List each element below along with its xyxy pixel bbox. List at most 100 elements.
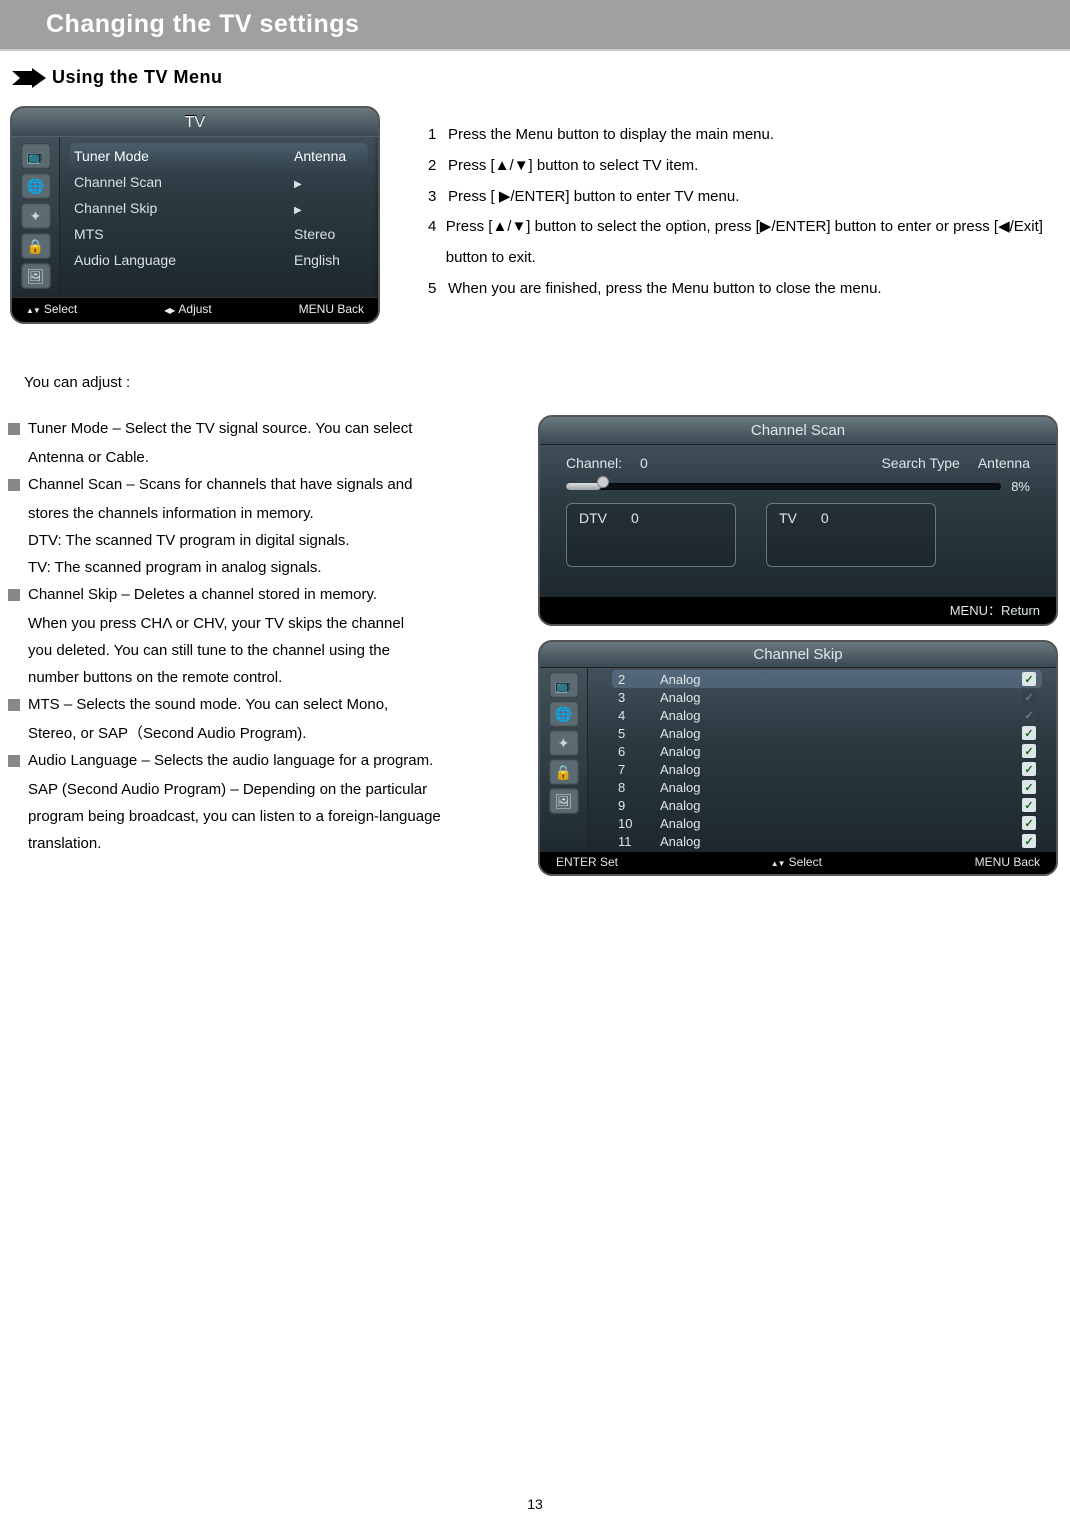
tv-menu-item-value: English [284, 252, 368, 268]
tv-menu-item-label: Audio Language [74, 252, 176, 268]
skip-checkbox[interactable]: ✓ [1022, 762, 1036, 776]
tv-menu-item[interactable]: MTSStereo [74, 221, 368, 247]
skip-footer-back: MENU Back [975, 855, 1040, 869]
skip-channel-row[interactable]: 5Analog✓ [618, 724, 1036, 742]
tv-menu-item[interactable]: Tuner ModeAntenna [70, 143, 368, 169]
skip-channel-type: Analog [660, 726, 1022, 741]
skip-channel-number: 11 [618, 834, 660, 849]
scan-searchtype-label: Search Type [881, 455, 959, 471]
instruction-number: 4 [428, 212, 446, 274]
picture-icon: 🖼 [549, 788, 579, 814]
tv-menu-item-value: Antenna [284, 148, 368, 164]
tv-menu-item[interactable]: Audio Language English [74, 247, 368, 273]
scan-searchtype-value: Antenna [978, 455, 1030, 471]
skip-channel-number: 6 [618, 744, 660, 759]
description-head: MTS – Selects the sound mode. You can se… [28, 691, 520, 718]
skip-checkbox[interactable]: ✓ [1022, 672, 1036, 686]
skip-channel-row[interactable]: 7Analog✓ [618, 760, 1036, 778]
page-header: Changing the TV settings [0, 0, 1070, 51]
description-item: Channel Skip – Deletes a channel stored … [8, 581, 520, 608]
description-text: Tuner Mode – Select the TV signal source… [28, 415, 520, 442]
description-text: MTS – Selects the sound mode. You can se… [28, 691, 520, 718]
skip-channel-row[interactable]: 2Analog✓ [612, 670, 1042, 688]
tv-menu-icon-column: 📺 🌐 ✦ 🔒 🖼 [12, 137, 60, 297]
skip-channel-type: Analog [660, 834, 1022, 849]
tv-menu-item-value [284, 200, 368, 216]
skip-channel-type: Analog [660, 762, 1022, 777]
skip-checkbox[interactable]: ✓ [1022, 780, 1036, 794]
scan-tv-box: TV 0 [766, 503, 936, 567]
skip-checkbox[interactable]: ✓ [1022, 690, 1036, 704]
adjust-intro: You can adjust : [24, 374, 1070, 391]
skip-footer: ENTER Set Select MENU Back [540, 852, 1056, 874]
channel-scan-title: Channel Scan [540, 417, 1056, 445]
scan-tv-label: TV [779, 510, 797, 526]
description-line: DTV: The scanned TV program in digital s… [28, 527, 520, 554]
skip-checkbox[interactable]: ✓ [1022, 816, 1036, 830]
skip-checkbox[interactable]: ✓ [1022, 744, 1036, 758]
skip-checkbox[interactable]: ✓ [1022, 708, 1036, 722]
scan-progress: 8% [566, 479, 1030, 493]
skip-channel-type: Analog [660, 780, 1022, 795]
lock-icon: 🔒 [21, 233, 51, 259]
skip-channel-row[interactable]: 8Analog✓ [618, 778, 1036, 796]
updown-icon [771, 855, 785, 869]
channel-skip-osd: Channel Skip 📺 🌐 ✦ 🔒 🖼 2Analog✓3Analog✓4… [538, 640, 1058, 876]
scan-channel-value: 0 [640, 455, 648, 471]
skip-channel-row[interactable]: 6Analog✓ [618, 742, 1036, 760]
skip-channel-row[interactable]: 11Analog✓ [618, 832, 1036, 850]
pointer-arrow-icon [12, 68, 46, 88]
scan-dtv-value: 0 [631, 510, 639, 526]
bullet-square-icon [8, 589, 20, 601]
page-number: 13 [527, 1496, 543, 1512]
channel-scan-osd: Channel Scan Channel: 0 Search Type Ante… [538, 415, 1058, 626]
footer-adjust: Adjust [178, 302, 211, 316]
instruction-text: Press [ ▶/ENTER] button to enter TV menu… [448, 182, 739, 213]
instruction-step: 4Press [▲/▼] button to select the option… [428, 212, 1060, 274]
description-line: Antenna or Cable. [28, 444, 520, 471]
skip-checkbox[interactable]: ✓ [1022, 834, 1036, 848]
description-line: When you press CHΛ or CHV, your TV skips… [28, 610, 520, 637]
skip-channel-row[interactable]: 9Analog✓ [618, 796, 1036, 814]
skip-channel-row[interactable]: 4Analog✓ [618, 706, 1036, 724]
skip-channel-type: Analog [660, 708, 1022, 723]
tv-menu-item[interactable]: Channel Scan [74, 169, 368, 195]
skip-channel-number: 3 [618, 690, 660, 705]
description-line: program being broadcast, you can listen … [28, 803, 520, 830]
bullet-square-icon [8, 423, 20, 435]
skip-footer-select: Select [789, 855, 822, 869]
skip-channel-row[interactable]: 10Analog✓ [618, 814, 1036, 832]
description-text: Channel Skip – Deletes a channel stored … [28, 581, 520, 608]
instruction-step: 3Press [ ▶/ENTER] button to enter TV men… [428, 182, 1060, 213]
instruction-text: Press [▲/▼] button to select TV item. [448, 151, 698, 182]
bullet-square-icon [8, 479, 20, 491]
skip-channel-number: 4 [618, 708, 660, 723]
channel-skip-title: Channel Skip [540, 642, 1056, 668]
scan-tv-value: 0 [821, 510, 829, 526]
footer-back: MENU Back [299, 302, 364, 316]
instruction-number: 3 [428, 182, 448, 213]
scan-dtv-label: DTV [579, 510, 607, 526]
description-item: Tuner Mode – Select the TV signal source… [8, 415, 520, 442]
instruction-list: 1Press the Menu button to display the ma… [380, 106, 1060, 305]
skip-icon-column: 📺 🌐 ✦ 🔒 🖼 [540, 668, 588, 852]
skip-checkbox[interactable]: ✓ [1022, 726, 1036, 740]
footer-select: Select [44, 302, 77, 316]
description-line: TV: The scanned program in analog signal… [28, 554, 520, 581]
scan-dtv-box: DTV 0 [566, 503, 736, 567]
instruction-number: 5 [428, 274, 448, 305]
tv-menu-item-value: Stereo [284, 226, 368, 242]
description-head: Tuner Mode – Select the TV signal source… [28, 415, 520, 442]
tv-menu-item[interactable]: Channel Skip [74, 195, 368, 221]
description-column: Tuner Mode – Select the TV signal source… [0, 415, 520, 857]
skip-channel-row[interactable]: 3Analog✓ [618, 688, 1036, 706]
skip-channel-type: Analog [660, 672, 1022, 687]
tv-menu-item-label: Channel Skip [74, 200, 157, 216]
skip-channel-number: 2 [618, 672, 660, 687]
tv-icon: 📺 [21, 143, 51, 169]
tv-menu-item-value [284, 174, 368, 190]
description-line: stores the channels information in memor… [28, 500, 520, 527]
skip-checkbox[interactable]: ✓ [1022, 798, 1036, 812]
instruction-text: When you are finished, press the Menu bu… [448, 274, 882, 305]
skip-channel-type: Analog [660, 816, 1022, 831]
